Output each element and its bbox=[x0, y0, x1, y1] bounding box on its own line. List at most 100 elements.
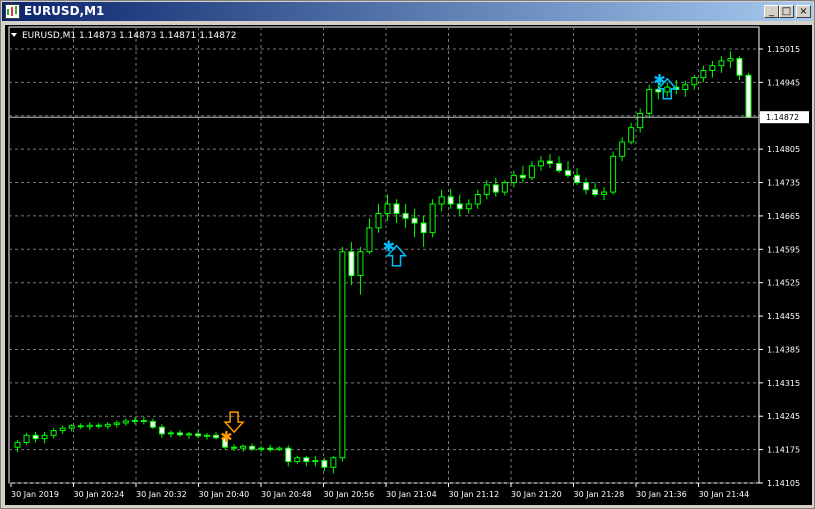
time-label: 30 Jan 20:56 bbox=[324, 490, 375, 499]
candle-bullish bbox=[465, 203, 472, 210]
candle-bearish bbox=[565, 170, 571, 176]
chart-canvas[interactable]: 1.150151.149451.148751.148051.147351.146… bbox=[5, 25, 812, 505]
candle-bullish bbox=[185, 433, 192, 436]
time-label: 30 Jan 20:24 bbox=[74, 490, 125, 499]
candle-bullish bbox=[50, 430, 57, 436]
candle-bullish bbox=[709, 65, 716, 71]
candle-bearish bbox=[303, 457, 310, 463]
candle-bullish bbox=[276, 447, 283, 451]
close-button[interactable]: × bbox=[796, 5, 811, 18]
candle-bullish bbox=[312, 460, 319, 463]
candle-bearish bbox=[574, 174, 581, 184]
title-bar[interactable]: EURUSD,M1 _ □ × bbox=[2, 2, 813, 21]
candle-bullish bbox=[691, 77, 698, 86]
candle-bearish bbox=[655, 89, 662, 93]
candle-bearish bbox=[213, 434, 220, 439]
candle-bullish bbox=[23, 434, 30, 443]
candle-bullish bbox=[294, 457, 301, 463]
candle-bearish bbox=[456, 203, 463, 210]
price-label: 1.14595 bbox=[767, 245, 800, 254]
candle-bearish bbox=[402, 213, 409, 219]
price-label: 1.14105 bbox=[767, 479, 800, 488]
candle-bullish bbox=[718, 60, 725, 67]
candle-bullish bbox=[240, 445, 247, 449]
candle-bearish bbox=[348, 251, 355, 277]
candle-bullish bbox=[619, 141, 626, 157]
price-label: 1.14945 bbox=[767, 78, 800, 87]
candle-bearish bbox=[420, 222, 427, 234]
candle-bearish bbox=[411, 217, 418, 224]
candle-bullish bbox=[131, 420, 138, 423]
candle-bullish bbox=[474, 193, 481, 205]
candle-bearish bbox=[249, 445, 256, 450]
current-price-label: 1.14872 bbox=[766, 113, 799, 122]
candle-bearish bbox=[140, 420, 147, 423]
candle-bullish bbox=[682, 84, 689, 91]
time-label: 30 Jan 21:12 bbox=[449, 490, 500, 499]
collapse-triangle-icon[interactable] bbox=[11, 33, 17, 37]
candle-bearish bbox=[555, 162, 562, 172]
time-label: 30 Jan 21:20 bbox=[511, 490, 562, 499]
candle-bearish bbox=[285, 447, 292, 463]
candle-bearish bbox=[592, 189, 599, 195]
candle-bullish bbox=[483, 184, 490, 195]
price-label: 1.14455 bbox=[767, 312, 800, 321]
symbol-info-bar: EURUSD,M1 1.14873 1.14873 1.14871 1.1487… bbox=[11, 31, 236, 41]
candle-bullish bbox=[510, 174, 517, 184]
candle-bullish bbox=[375, 213, 382, 229]
candle-bearish bbox=[158, 426, 165, 435]
candle-bearish bbox=[583, 182, 590, 191]
candle-bullish bbox=[727, 58, 734, 62]
time-label: 30 Jan 21:04 bbox=[386, 490, 437, 499]
candle-bullish bbox=[86, 424, 93, 428]
chart-window: EURUSD,M1 _ □ × 1.150151.149451.148751.1… bbox=[0, 0, 815, 509]
candle-bullish bbox=[339, 251, 346, 459]
candle-bullish bbox=[501, 182, 508, 193]
candle-bearish bbox=[231, 446, 238, 449]
price-label: 1.14805 bbox=[767, 145, 800, 154]
buy-star-icon: ✱ bbox=[653, 71, 666, 89]
candle-bullish bbox=[330, 457, 337, 468]
candle-bullish bbox=[637, 112, 644, 129]
candle-bullish bbox=[258, 447, 265, 450]
candle-bullish bbox=[366, 227, 373, 253]
candle-bearish bbox=[745, 74, 752, 118]
time-label: 30 Jan 2019 bbox=[11, 490, 59, 499]
candle-bullish bbox=[528, 165, 535, 179]
price-label: 1.14175 bbox=[767, 446, 800, 455]
candle-bullish bbox=[537, 160, 544, 167]
time-label: 30 Jan 21:36 bbox=[636, 490, 687, 499]
candle-bullish bbox=[610, 155, 617, 193]
price-chart[interactable]: 1.150151.149451.148751.148051.147351.146… bbox=[5, 25, 812, 505]
candle-bearish bbox=[519, 174, 526, 179]
candle-bullish bbox=[41, 434, 48, 440]
sell-star-icon: ✱ bbox=[220, 428, 233, 446]
candle-bearish bbox=[176, 432, 183, 436]
candle-bearish bbox=[492, 184, 499, 193]
buy-star-icon: ✱ bbox=[383, 238, 396, 256]
symbol-info: EURUSD,M1 1.14873 1.14873 1.14871 1.1487… bbox=[22, 31, 237, 41]
candle-bearish bbox=[267, 447, 274, 451]
candle-bullish bbox=[122, 420, 129, 424]
candle-bearish bbox=[32, 434, 39, 440]
price-label: 1.14665 bbox=[767, 212, 800, 221]
window-title: EURUSD,M1 bbox=[24, 4, 105, 18]
candle-bearish bbox=[77, 425, 84, 428]
time-label: 30 Jan 20:40 bbox=[199, 490, 250, 499]
chart-window-icon bbox=[5, 4, 20, 19]
candle-bullish bbox=[104, 423, 111, 427]
minimize-button[interactable]: _ bbox=[764, 5, 779, 18]
price-label: 1.14315 bbox=[767, 379, 800, 388]
price-label: 1.14735 bbox=[767, 179, 800, 188]
price-label: 1.15015 bbox=[767, 45, 800, 54]
candle-bearish bbox=[195, 433, 201, 437]
time-label: 30 Jan 21:28 bbox=[574, 490, 625, 499]
candle-bullish bbox=[59, 427, 66, 432]
maximize-button[interactable]: □ bbox=[779, 5, 794, 18]
price-label: 1.14525 bbox=[767, 279, 800, 288]
time-label: 30 Jan 20:32 bbox=[136, 490, 187, 499]
candle-bullish bbox=[357, 251, 364, 277]
candle-bullish bbox=[204, 434, 211, 437]
candle-bullish bbox=[646, 89, 653, 114]
candle-bullish bbox=[14, 441, 21, 448]
